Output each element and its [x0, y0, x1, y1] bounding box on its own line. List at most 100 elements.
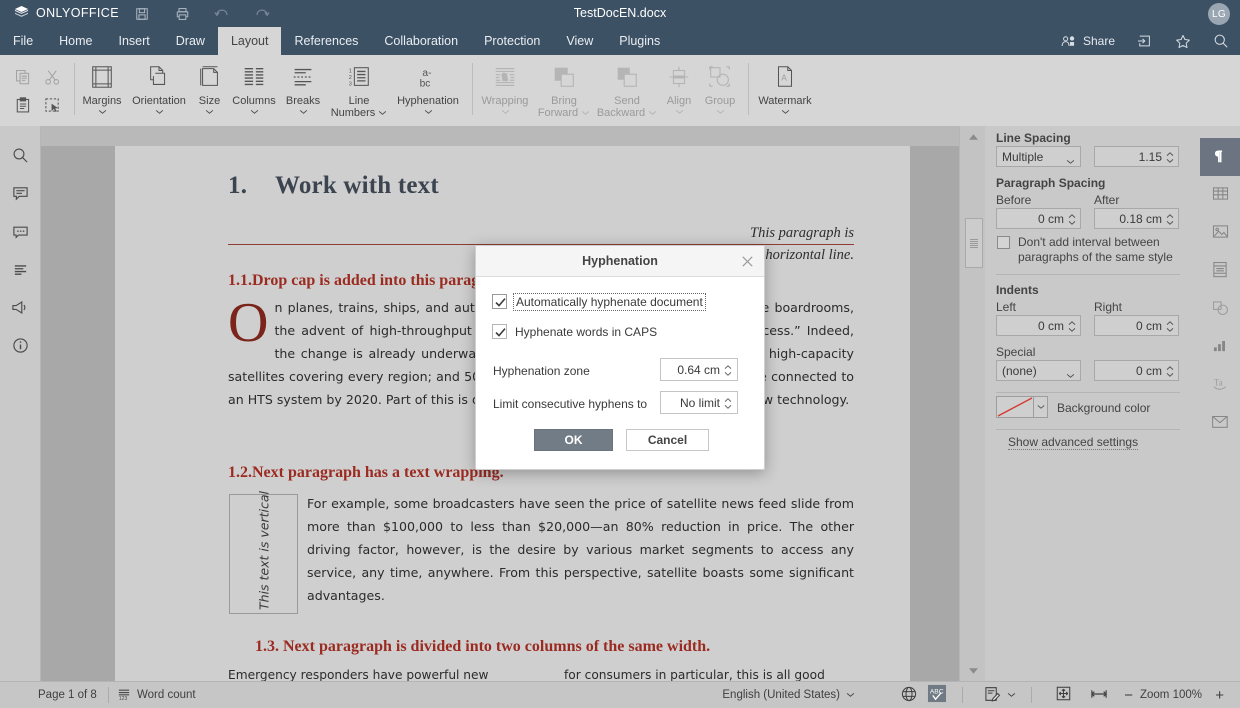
- scrollbar-thumb[interactable]: [965, 218, 983, 268]
- indent-left-input[interactable]: 0 cm: [996, 315, 1081, 336]
- close-icon[interactable]: [740, 254, 756, 270]
- sidebar-item-mail-merge[interactable]: [1200, 404, 1240, 442]
- stepper-icon[interactable]: [724, 364, 732, 377]
- size-button[interactable]: Size: [192, 57, 227, 123]
- scroll-down-arrow[interactable]: [964, 663, 982, 679]
- hyphenation-zone-input[interactable]: 0.64 cm: [660, 358, 738, 381]
- show-advanced-settings-link[interactable]: Show advanced settings: [1008, 435, 1138, 450]
- chevron-down-icon[interactable]: [716, 108, 725, 116]
- margins-button[interactable]: Margins: [78, 57, 126, 123]
- breaks-button[interactable]: Breaks: [282, 57, 324, 123]
- sidebar-item-text-art-settings[interactable]: Ta: [1200, 366, 1240, 404]
- paste-icon[interactable]: [10, 92, 36, 118]
- hyphenation-button[interactable]: a- bc Hyphenation: [391, 57, 465, 123]
- auto-hyphenate-checkbox[interactable]: [492, 294, 507, 309]
- copy-icon[interactable]: [10, 64, 36, 90]
- chevron-down-icon[interactable]: [155, 108, 164, 116]
- search-button[interactable]: [1202, 27, 1240, 55]
- scroll-up-arrow[interactable]: [964, 129, 982, 145]
- stepper-icon[interactable]: [1166, 365, 1174, 378]
- columns-button[interactable]: Columns: [228, 57, 280, 123]
- chevron-down-icon[interactable]: [648, 107, 657, 119]
- tab-layout[interactable]: Layout: [218, 27, 282, 55]
- chevron-down-icon[interactable]: [501, 108, 510, 116]
- line-numbers-button[interactable]: 1 2 3 Line Numbers: [328, 57, 390, 123]
- favorite-button[interactable]: [1164, 27, 1202, 55]
- spacing-before-input[interactable]: 0 cm: [996, 208, 1081, 229]
- tab-collaboration[interactable]: Collaboration: [371, 27, 471, 55]
- sidebar-item-feedback[interactable]: [0, 290, 40, 328]
- stepper-icon[interactable]: [1166, 151, 1174, 164]
- share-button[interactable]: Share: [1050, 27, 1126, 55]
- stepper-icon[interactable]: [1068, 320, 1076, 333]
- zoom-level[interactable]: Zoom 100%: [1140, 682, 1202, 708]
- tab-plugins[interactable]: Plugins: [606, 27, 673, 55]
- select-all-icon[interactable]: [39, 92, 65, 118]
- watermark-button[interactable]: A Watermark: [752, 57, 818, 123]
- sidebar-item-comments[interactable]: [0, 176, 40, 214]
- chevron-down-icon[interactable]: [378, 107, 387, 119]
- fit-to-width-button[interactable]: [1090, 682, 1108, 708]
- cancel-button[interactable]: Cancel: [626, 429, 709, 451]
- tab-draw[interactable]: Draw: [163, 27, 218, 55]
- ok-button[interactable]: OK: [534, 429, 613, 451]
- background-color-swatch[interactable]: [996, 396, 1034, 418]
- zoom-out-button[interactable]: −: [1124, 682, 1133, 708]
- fit-to-page-button[interactable]: [1055, 682, 1072, 708]
- caps-hyphenate-checkbox[interactable]: [492, 324, 507, 339]
- chevron-down-icon[interactable]: [250, 108, 259, 116]
- chevron-down-icon[interactable]: [98, 108, 107, 116]
- chevron-down-icon[interactable]: [299, 108, 308, 116]
- chevron-down-icon[interactable]: [675, 108, 684, 116]
- chevron-down-icon[interactable]: [205, 108, 214, 116]
- special-indent-select[interactable]: (none): [996, 360, 1081, 381]
- track-changes-button[interactable]: [984, 682, 1016, 708]
- group-button[interactable]: Group: [699, 57, 741, 123]
- tab-home[interactable]: Home: [46, 27, 105, 55]
- wrapping-button[interactable]: Wrapping: [476, 57, 534, 123]
- bring-forward-button[interactable]: BringForward: [534, 57, 594, 123]
- stepper-icon[interactable]: [1166, 213, 1174, 226]
- cut-icon[interactable]: [39, 64, 65, 90]
- zoom-in-button[interactable]: +: [1215, 682, 1224, 708]
- sidebar-item-table-settings[interactable]: [1200, 176, 1240, 214]
- word-count-button[interactable]: 123 Word count: [117, 682, 196, 708]
- orientation-button[interactable]: Orientation: [128, 57, 190, 123]
- set-document-language-button[interactable]: [901, 682, 917, 708]
- tab-view[interactable]: View: [553, 27, 606, 55]
- open-file-location-button[interactable]: [1126, 27, 1164, 55]
- sidebar-item-about[interactable]: [0, 328, 40, 366]
- spacing-after-input[interactable]: 0.18 cm: [1094, 208, 1179, 229]
- stepper-icon[interactable]: [1166, 320, 1174, 333]
- sidebar-item-image-settings[interactable]: [1200, 214, 1240, 252]
- send-backward-button[interactable]: SendBackward: [596, 57, 658, 123]
- dont-add-interval-checkbox[interactable]: [997, 236, 1010, 249]
- document-scrollbar[interactable]: [959, 126, 986, 682]
- limit-consecutive-hyphens-input[interactable]: No limit: [660, 391, 738, 414]
- tab-references[interactable]: References: [281, 27, 371, 55]
- line-spacing-value-input[interactable]: 1.15: [1094, 146, 1179, 167]
- chevron-down-icon[interactable]: [581, 107, 590, 119]
- vertical-text-box[interactable]: This text is vertical: [229, 494, 298, 614]
- spellcheck-button[interactable]: ABC: [927, 682, 947, 708]
- page-status[interactable]: Page 1 of 8: [38, 682, 97, 708]
- sidebar-item-chat[interactable]: [0, 214, 40, 252]
- tab-file[interactable]: File: [0, 27, 46, 55]
- sidebar-item-chart-settings[interactable]: [1200, 328, 1240, 366]
- special-indent-amount-input[interactable]: 0 cm: [1094, 360, 1179, 381]
- stepper-icon[interactable]: [1068, 213, 1076, 226]
- indent-right-input[interactable]: 0 cm: [1094, 315, 1179, 336]
- tab-protection[interactable]: Protection: [471, 27, 553, 55]
- align-button[interactable]: Align: [660, 57, 698, 123]
- sidebar-item-search[interactable]: [0, 138, 40, 176]
- auto-hyphenate-label[interactable]: Automatically hyphenate document: [513, 293, 706, 311]
- sidebar-item-paragraph-settings[interactable]: ¶: [1200, 138, 1240, 176]
- chevron-down-icon[interactable]: [781, 108, 790, 116]
- sidebar-item-navigation[interactable]: [0, 252, 40, 290]
- stepper-icon[interactable]: [724, 397, 732, 410]
- language-selector[interactable]: English (United States): [722, 682, 855, 708]
- avatar[interactable]: LG: [1208, 3, 1230, 25]
- sidebar-item-shape-settings[interactable]: [1200, 290, 1240, 328]
- sidebar-item-header-footer-settings[interactable]: [1200, 252, 1240, 290]
- background-color-dropdown[interactable]: [1034, 396, 1048, 418]
